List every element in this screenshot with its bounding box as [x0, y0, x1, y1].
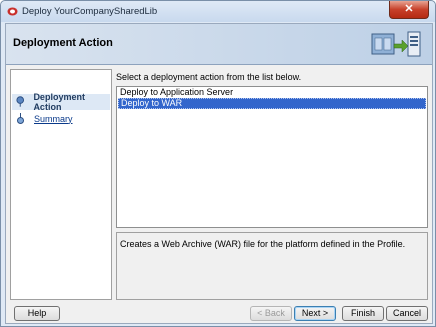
back-button[interactable]: < Back: [250, 306, 292, 321]
step-current-icon: [16, 96, 25, 107]
next-button[interactable]: Next >: [294, 306, 336, 321]
deployment-action-list[interactable]: Deploy to Application Server Deploy to W…: [116, 86, 428, 228]
next-button-label: Next >: [301, 308, 329, 318]
title-bar: Deploy YourCompanySharedLib ✕: [1, 1, 435, 22]
wizard-steps-panel: Deployment Action Summary: [10, 69, 112, 300]
page-title: Deployment Action: [13, 37, 113, 49]
sidebar-item-summary[interactable]: Summary: [15, 112, 73, 125]
sidebar-item-label: Summary: [34, 113, 73, 124]
help-button-label: Help: [27, 308, 47, 318]
description-text: Creates a Web Archive (WAR) file for the…: [120, 239, 406, 249]
app-icon: [7, 7, 18, 16]
list-item-selected[interactable]: Deploy to WAR: [118, 98, 426, 109]
finish-button-label: Finish: [350, 308, 375, 318]
description-panel: Creates a Web Archive (WAR) file for the…: [116, 232, 428, 300]
instruction-text: Select a deployment action from the list…: [116, 72, 302, 82]
sidebar-item-label: Deployment Action: [33, 91, 85, 112]
sidebar-item-deployment-action[interactable]: Deployment Action: [15, 92, 111, 112]
page-header: Deployment Action: [6, 24, 432, 65]
close-button[interactable]: ✕: [389, 1, 429, 19]
cancel-button[interactable]: Cancel: [386, 306, 428, 321]
window-title: Deploy YourCompanySharedLib: [22, 6, 158, 17]
deploy-dialog: Deploy YourCompanySharedLib ✕ Deployment…: [0, 0, 436, 327]
list-item[interactable]: Deploy to Application Server: [118, 87, 426, 98]
step-pending-icon: [17, 113, 24, 124]
help-button[interactable]: Help: [14, 306, 60, 321]
dialog-body: Deployment Action Deployment Action Summ…: [5, 23, 433, 324]
finish-button[interactable]: Finish: [342, 306, 384, 321]
cancel-button-label: Cancel: [392, 308, 421, 318]
back-button-label: < Back: [257, 308, 285, 318]
deployment-graphic-icon: [371, 31, 421, 57]
